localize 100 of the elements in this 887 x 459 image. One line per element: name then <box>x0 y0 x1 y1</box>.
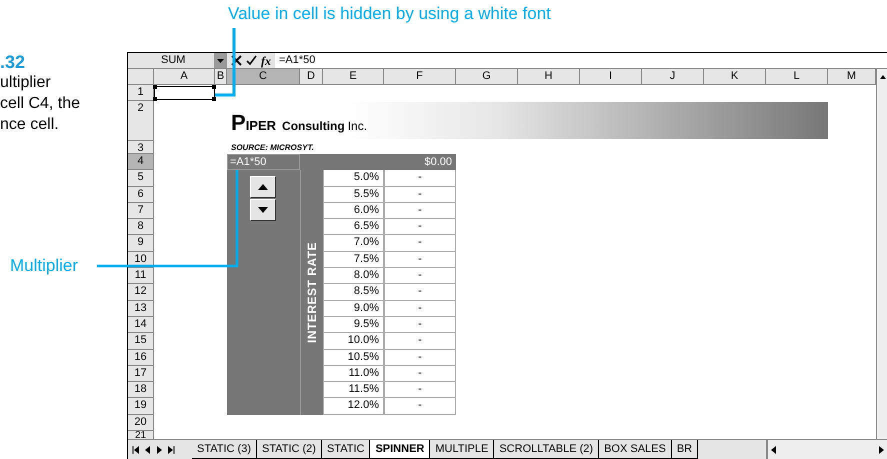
table-cell: 7.5% <box>323 252 384 268</box>
table-cell: - <box>384 284 456 301</box>
row-header[interactable]: 12 <box>128 284 154 301</box>
table-cell: 8.5% <box>323 284 384 301</box>
first-sheet-icon[interactable] <box>132 446 140 454</box>
row-header[interactable]: 20 <box>128 414 154 432</box>
horizontal-scrollbar[interactable] <box>766 440 887 459</box>
table-cell: - <box>384 235 456 252</box>
up-arrow-icon <box>258 184 268 190</box>
row-header[interactable]: 7 <box>128 202 154 220</box>
table-cell: - <box>384 366 456 382</box>
column-header[interactable]: L <box>766 69 828 85</box>
figure-number: .32 <box>0 52 26 72</box>
table-cell: - <box>384 186 456 203</box>
last-sheet-icon[interactable] <box>167 446 175 454</box>
row-header[interactable]: 19 <box>128 398 154 415</box>
logo-name: IPER <box>246 117 276 135</box>
table-cell: 9.0% <box>323 300 384 317</box>
column-header[interactable]: D <box>300 69 323 85</box>
column-header[interactable]: G <box>456 69 518 85</box>
scroll-left-icon[interactable] <box>771 446 777 454</box>
input-cell[interactable]: =A1*50 <box>227 154 300 170</box>
column-header[interactable]: F <box>384 69 456 85</box>
table-cell: 6.5% <box>323 219 384 236</box>
dropdown-button[interactable] <box>214 53 227 68</box>
table-cell: 8.0% <box>323 268 384 284</box>
table-cell: - <box>384 300 456 317</box>
row-header[interactable]: 6 <box>128 186 154 203</box>
table-cell: - <box>384 252 456 268</box>
cancel-icon[interactable] <box>231 55 242 66</box>
callout-text: Value in cell is hidden by using a white font <box>228 4 551 23</box>
logo-subtitle: Consulting <box>282 118 345 135</box>
previous-sheet-icon[interactable] <box>145 446 151 454</box>
row-header[interactable]: 18 <box>128 382 154 398</box>
table-cell: - <box>384 316 456 334</box>
formula-field[interactable]: =A1*50 <box>275 53 887 68</box>
column-header[interactable]: I <box>580 69 642 85</box>
row-header[interactable]: 9 <box>128 235 154 252</box>
table-cell: - <box>384 382 456 398</box>
row-header[interactable]: 14 <box>128 316 154 334</box>
column-header[interactable]: B <box>215 69 227 85</box>
caption-text: nce cell. <box>0 115 60 135</box>
function-button[interactable]: fx <box>261 52 271 70</box>
table-cell: - <box>384 333 456 350</box>
spinner-down-button[interactable] <box>250 199 276 222</box>
sheet-tab[interactable]: SPINNER <box>370 440 430 459</box>
table-cell: 10.5% <box>323 350 384 366</box>
row-header[interactable]: 3 <box>128 141 154 154</box>
column-header[interactable]: E <box>323 69 384 85</box>
row-header[interactable]: 5 <box>128 170 154 187</box>
sheet-tab[interactable]: STATIC (3) <box>192 440 257 459</box>
vertical-scrollbar[interactable] <box>876 69 887 440</box>
sheet-tab[interactable]: BOX SALES <box>599 440 672 459</box>
row-header[interactable]: 17 <box>128 366 154 382</box>
table-cell: 5.5% <box>323 186 384 203</box>
row-header[interactable]: 16 <box>128 350 154 366</box>
table-cell: 11.5% <box>323 382 384 398</box>
table-cell: - <box>384 398 456 415</box>
row-header[interactable]: 21 <box>128 431 154 440</box>
name-box[interactable]: SUM <box>128 53 214 68</box>
caption-text: cell C4, the <box>0 94 82 114</box>
select-all-corner[interactable] <box>128 69 154 85</box>
sheet-tab[interactable]: MULTIPLE <box>430 440 494 459</box>
table-cell: 9.5% <box>323 316 384 334</box>
column-header[interactable]: C <box>227 69 300 85</box>
spinner-up-button[interactable] <box>250 176 276 198</box>
row-header[interactable]: 2 <box>128 101 154 141</box>
row-header[interactable]: 8 <box>128 219 154 236</box>
sheet-tab[interactable]: BR <box>672 440 698 459</box>
sheet-tab[interactable]: SCROLLTABLE (2) <box>494 440 600 459</box>
table-cell: - <box>384 219 456 236</box>
callout-text: Multiplier <box>10 256 78 276</box>
column-header[interactable]: A <box>154 69 215 85</box>
logo-suffix: Inc. <box>348 118 368 135</box>
sheet-tab[interactable]: STATIC <box>322 440 370 459</box>
scroll-right-icon[interactable] <box>878 446 884 454</box>
axis-label: INTEREST RATE <box>304 242 320 343</box>
column-header[interactable]: K <box>704 69 766 85</box>
table-cell: 6.0% <box>323 202 384 220</box>
sheet-tab[interactable]: STATIC (2) <box>256 440 322 459</box>
row-header[interactable]: 15 <box>128 333 154 350</box>
result-cell: $0.00 <box>300 154 456 170</box>
table-cell: 12.0% <box>323 398 384 415</box>
table-cell: - <box>384 268 456 284</box>
logo-initial: P <box>231 112 246 134</box>
next-sheet-icon[interactable] <box>156 446 162 454</box>
row-header[interactable]: 1 <box>128 85 154 101</box>
row-header[interactable]: 13 <box>128 300 154 317</box>
row-header[interactable]: 11 <box>128 268 154 284</box>
check-icon[interactable] <box>246 55 257 66</box>
column-header[interactable]: M <box>828 69 876 85</box>
selected-cell[interactable] <box>154 86 215 100</box>
caret-icon <box>217 58 224 62</box>
row-header[interactable]: 4 <box>128 154 154 170</box>
column-header[interactable]: H <box>518 69 580 85</box>
table-cell: - <box>384 202 456 220</box>
table-cell: - <box>384 350 456 366</box>
column-header[interactable]: J <box>642 69 704 85</box>
leader-line <box>215 28 236 96</box>
caption-text: ultiplier <box>0 73 52 93</box>
